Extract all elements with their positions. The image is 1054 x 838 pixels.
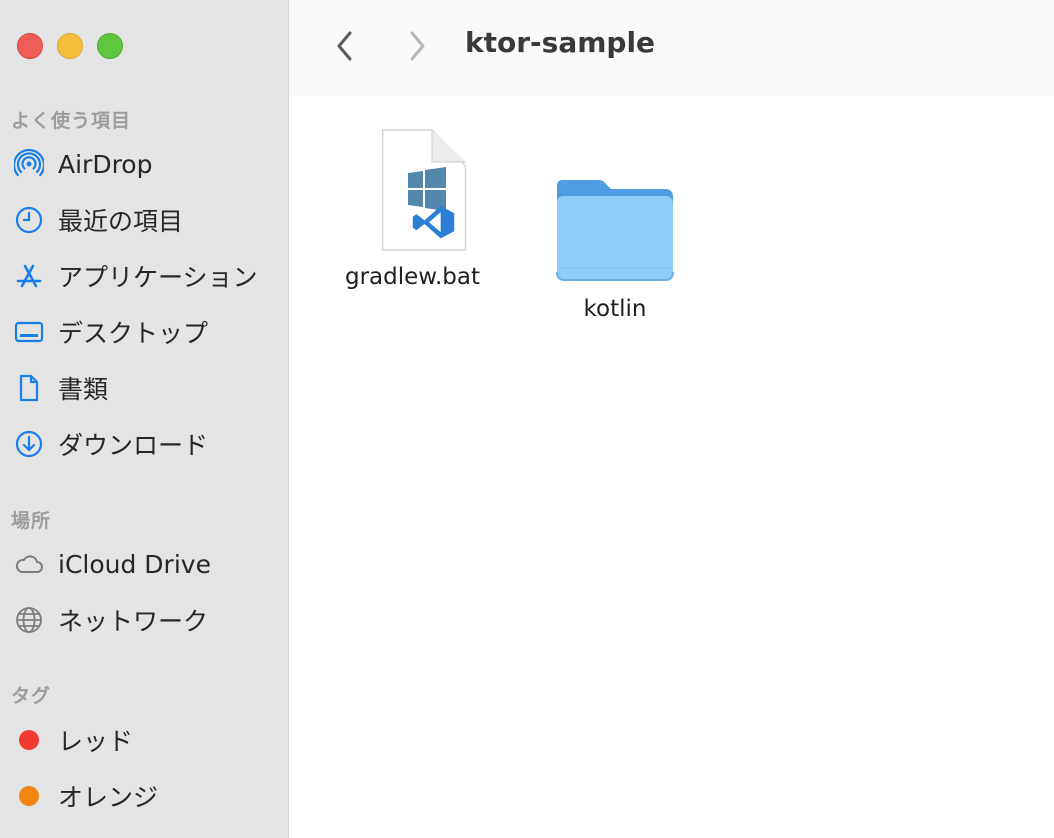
sidebar-item-label: ネットワーク (58, 607, 209, 636)
sidebar: よく使う項目 AirDrop 最近の項目 アプリケーション デスクトップ 書類 … (0, 0, 289, 838)
sidebar-item-documents[interactable]: 書類 (14, 368, 108, 408)
document-icon (14, 373, 44, 403)
zoom-button[interactable] (97, 33, 123, 59)
globe-icon (14, 605, 44, 635)
locations-header: 場所 (11, 510, 52, 532)
sidebar-item-icloud-drive[interactable]: iCloud Drive (14, 544, 211, 584)
file-name: gradlew.bat (345, 264, 481, 290)
folder-icon (556, 180, 674, 281)
download-icon (14, 429, 44, 459)
vscode-windows-file-icon (381, 129, 466, 251)
airdrop-icon (14, 149, 44, 179)
orange-tag-dot (19, 786, 39, 806)
sidebar-item-label: 最近の項目 (58, 207, 184, 236)
sidebar-item-label: 書類 (58, 375, 109, 404)
red-tag-dot (19, 730, 39, 750)
sidebar-tag-orange[interactable]: オレンジ (14, 776, 158, 816)
toolbar: ktor-sample (289, 0, 1054, 96)
sidebar-item-label: デスクトップ (58, 319, 209, 348)
sidebar-item-recents[interactable]: 最近の項目 (14, 200, 183, 240)
sidebar-item-label: レッド (58, 727, 134, 756)
sidebar-item-label: AirDrop (58, 149, 153, 179)
main-content: ktor-sample gradlew.bat kotlin (289, 0, 1054, 838)
sidebar-item-downloads[interactable]: ダウンロード (14, 424, 208, 464)
minimize-button[interactable] (57, 33, 83, 59)
sidebar-tag-red[interactable]: レッド (14, 720, 133, 760)
tags-header: タグ (11, 685, 52, 707)
applications-icon (14, 261, 44, 291)
favorites-header: よく使う項目 (11, 110, 132, 132)
sidebar-item-label: ダウンロード (58, 431, 209, 460)
back-button[interactable] (327, 26, 363, 66)
file-name: kotlin (583, 296, 647, 322)
file-item-gradlew[interactable]: gradlew.bat (345, 128, 480, 290)
cloud-icon (14, 549, 44, 579)
clock-icon (14, 205, 44, 235)
chevron-left-icon (337, 31, 352, 61)
sidebar-item-label: iCloud Drive (58, 549, 211, 579)
desktop-icon (14, 317, 44, 347)
chevron-right-icon (410, 31, 425, 61)
window-controls (17, 33, 123, 59)
sidebar-item-desktop[interactable]: デスクトップ (14, 312, 208, 352)
window-title: ktor-sample (465, 26, 656, 59)
sidebar-item-label: オレンジ (58, 783, 159, 812)
close-button[interactable] (17, 33, 43, 59)
sidebar-item-airdrop[interactable]: AirDrop (14, 144, 152, 184)
sidebar-item-applications[interactable]: アプリケーション (14, 256, 258, 296)
folder-item-kotlin[interactable]: kotlin (547, 172, 683, 322)
forward-button[interactable] (399, 26, 435, 66)
sidebar-item-label: アプリケーション (58, 263, 258, 292)
sidebar-item-network[interactable]: ネットワーク (14, 600, 208, 640)
